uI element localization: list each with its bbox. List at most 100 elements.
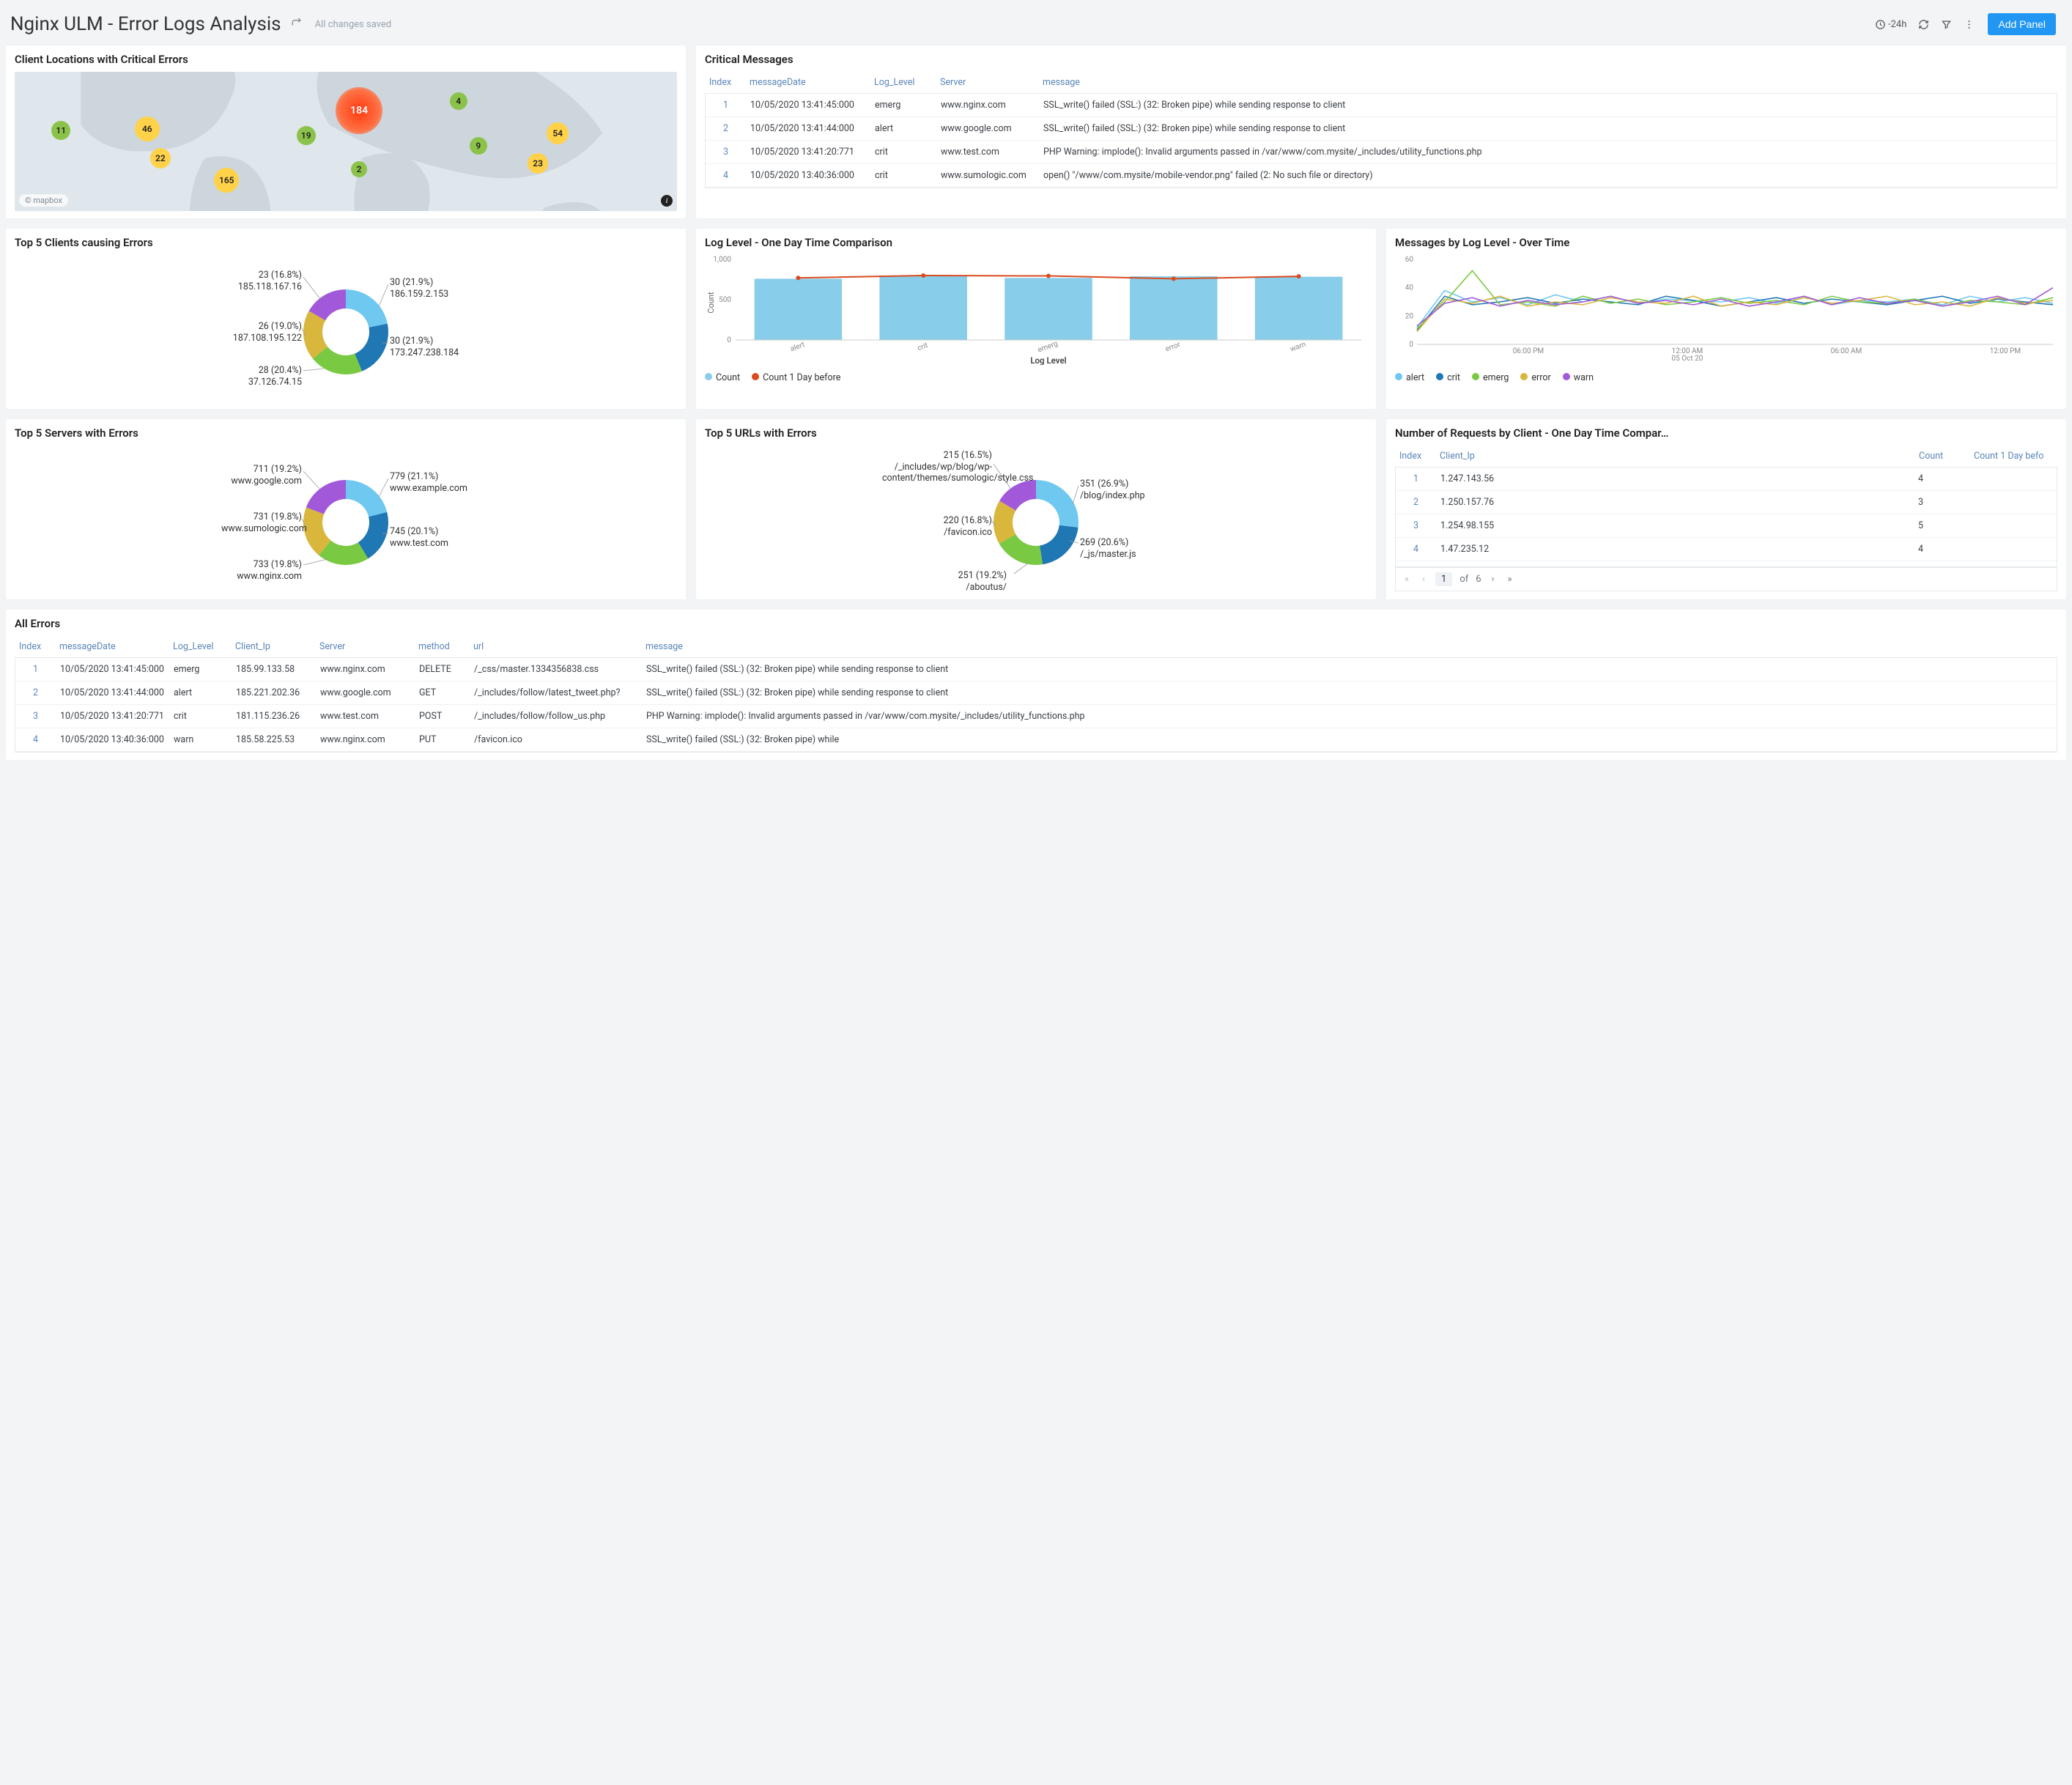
legend-item[interactable]: Count [705,372,740,383]
donut-label: 30 (21.9%)186.159.2.153 [390,277,448,300]
pager-prev-icon[interactable]: ‹ [1419,574,1428,585]
column-header[interactable]: Count 1 Day befo [1969,446,2057,468]
column-header[interactable]: messageDate [745,72,870,94]
pager-last-icon[interactable]: » [1504,574,1514,585]
column-header[interactable]: Index [1395,446,1435,468]
table-row[interactable]: 5101.101.201.1114 [1396,561,2057,568]
column-header[interactable]: method [414,636,469,658]
svg-text:error: error [1164,341,1182,354]
panel-title: Critical Messages [705,53,2057,66]
table-cell: 10/05/2020 13:41:20:771 [56,705,169,728]
table-cell: /favicon.ico [470,728,642,752]
table-row[interactable]: 110/05/2020 13:41:45:000emergwww.nginx.c… [706,94,2057,117]
map-bubble[interactable]: 184 [336,87,382,134]
add-panel-button[interactable]: Add Panel [1988,13,2056,35]
table-cell: 10/05/2020 13:41:44:000 [746,117,870,141]
svg-text:warn: warn [1290,341,1307,354]
time-range-picker[interactable]: -24h [1875,19,1907,30]
donut-label: 711 (19.2%)www.google.com [231,464,302,487]
table-cell: 4 [1914,561,1969,568]
table-row[interactable]: 310/05/2020 13:41:20:771crit181.115.236.… [15,705,2057,728]
panel-log-level-compare: Log Level - One Day Time Comparison 0500… [696,229,1376,409]
chart-legend: Count Count 1 Day before [705,372,1367,383]
table-row[interactable]: 210/05/2020 13:41:44:000alert185.221.202… [15,681,2057,705]
table-cell: 2 [1396,491,1436,514]
column-header[interactable]: Index [705,72,745,94]
table-cell [1969,468,2057,491]
table-row[interactable]: 410/05/2020 13:40:36:000critwww.sumologi… [706,164,2057,188]
donut-label: 731 (19.8%)www.sumologic.com [221,511,302,534]
column-header[interactable]: message [1038,72,2057,94]
legend-item[interactable]: warn [1563,372,1594,383]
map-bubble[interactable]: 22 [150,148,171,169]
table-row[interactable]: 11.247.143.564 [1396,468,2057,491]
info-icon[interactable]: i [661,195,673,207]
map-bubble[interactable]: 19 [297,126,316,145]
column-header[interactable]: Count [1914,446,1969,468]
column-header[interactable]: Log_Level [870,72,936,94]
column-header[interactable]: Server [936,72,1038,94]
table-cell: crit [169,705,232,728]
legend-item[interactable]: emerg [1472,372,1509,383]
table-row[interactable]: 110/05/2020 13:41:45:000emerg185.99.133.… [15,658,2057,681]
column-header[interactable]: Client_Ip [1435,446,1914,468]
table-cell: open() "/www/com.mysite/mobile-vendor.pn… [1039,164,2057,188]
donut-label: 215 (16.5%)/_includes/wp/blog/wp-content… [882,450,992,484]
table-row[interactable]: 310/05/2020 13:41:20:771critwww.test.com… [706,141,2057,164]
map-bubble[interactable]: 11 [51,121,70,140]
table-cell: PUT [415,728,470,752]
table-cell [1969,491,2057,514]
table-cell: 10/05/2020 13:40:36:000 [746,164,870,188]
svg-text:40: 40 [1405,284,1414,292]
table-cell: emerg [870,94,936,117]
table-row[interactable]: 31.254.98.1555 [1396,514,2057,538]
map-bubble[interactable]: 46 [135,117,160,141]
world-map[interactable]: © mapbox i 114622165184192495423 [15,72,677,211]
pager-first-icon[interactable]: « [1402,574,1412,585]
column-header[interactable]: url [469,636,641,658]
filter-icon[interactable] [1941,19,1952,30]
svg-text:06:00 AM: 06:00 AM [1831,347,1862,355]
legend-item[interactable]: Count 1 Day before [752,372,840,383]
legend-item[interactable]: alert [1395,372,1424,383]
table-cell: 1.250.157.76 [1436,491,1914,514]
table-cell: www.nginx.com [316,728,415,752]
more-icon[interactable] [1964,19,1975,30]
panel-title: Number of Requests by Client - One Day T… [1395,426,2057,440]
pager-next-icon[interactable]: › [1489,574,1498,585]
table-cell: warn [169,728,232,752]
pager-of-label: of [1459,574,1468,585]
table-row[interactable]: 410/05/2020 13:40:36:000warn185.58.225.5… [15,728,2057,752]
map-bubble[interactable]: 2 [351,161,367,177]
donut-chart[interactable]: 351 (26.9%)/blog/index.php269 (20.6%)/_j… [705,446,1367,592]
legend-item[interactable]: crit [1436,372,1460,383]
panel-title: All Errors [15,617,2057,630]
column-header[interactable]: messageDate [55,636,169,658]
table-cell: www.google.com [316,681,415,705]
column-header[interactable]: message [641,636,2057,658]
donut-label: 26 (19.0%)187.108.195.122 [233,321,302,344]
panel-top-servers: Top 5 Servers with Errors 779 (21.1%)www… [6,419,686,599]
column-header[interactable]: Index [15,636,55,658]
map-bubble[interactable]: 9 [470,137,487,155]
table-cell: 181.115.236.26 [232,705,316,728]
map-bubble[interactable]: 4 [450,92,467,110]
table-cell: SSL_write() failed (SSL:) (32: Broken pi… [1039,117,2057,141]
donut-chart[interactable]: 30 (21.9%)186.159.2.15330 (21.9%)173.247… [15,255,677,402]
table-row[interactable]: 210/05/2020 13:41:44:000alertwww.google.… [706,117,2057,141]
bar-chart[interactable]: 05001,000CountalertcritemergerrorwarnLog… [705,255,1367,365]
panel-title: Top 5 Clients causing Errors [15,236,677,249]
legend-item[interactable]: error [1520,372,1550,383]
map-bubble[interactable]: 54 [547,122,569,144]
donut-chart[interactable]: 779 (21.1%)www.example.com745 (20.1%)www… [15,446,677,592]
line-chart[interactable]: 020406006:00 PM12:00 AM05 Oct 2006:00 AM… [1395,255,2057,365]
refresh-icon[interactable] [1918,19,1929,30]
column-header[interactable]: Server [315,636,414,658]
column-header[interactable]: Log_Level [169,636,231,658]
pager-current: 1 [1435,572,1452,586]
share-icon[interactable] [290,17,302,32]
table-row[interactable]: 41.47.235.124 [1396,538,2057,561]
column-header[interactable]: Client_Ip [231,636,315,658]
save-status: All changes saved [315,19,392,30]
table-row[interactable]: 21.250.157.763 [1396,491,2057,514]
